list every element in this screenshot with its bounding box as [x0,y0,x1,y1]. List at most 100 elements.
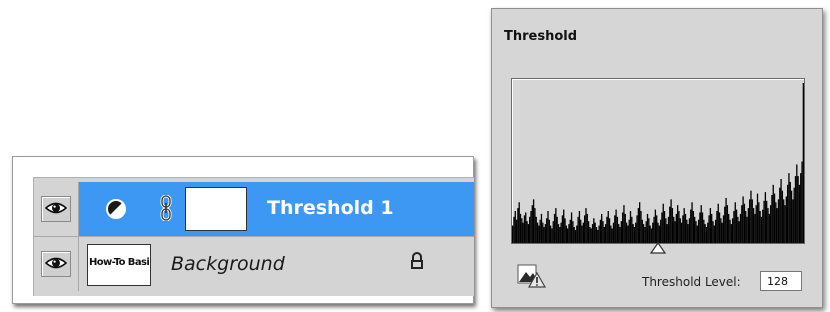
layers-list: Threshold 1 How-To Basic Background [33,177,474,296]
histogram-bar [780,179,782,243]
histogram-bar [691,202,693,243]
histogram-bar [657,222,659,243]
histogram-bar [697,219,700,243]
histogram-bar [654,209,657,243]
visibility-toggle[interactable] [41,251,71,277]
layer-row-background[interactable]: How-To Basic Background [34,236,474,291]
histogram-bar [581,225,583,243]
histogram-bar [645,221,647,243]
histogram-bar [624,213,626,243]
histogram-bar [756,193,759,243]
threshold-dialog: Threshold Threshold Level: [491,8,823,308]
histogram-bar [595,227,598,243]
layer-name[interactable]: Threshold 1 [267,197,394,219]
histogram-bar [523,215,526,243]
histogram-bar [684,213,687,243]
histogram-bar [763,200,765,243]
histogram-bar [525,212,527,243]
histogram-bar [590,228,592,243]
histogram-bar [619,227,621,243]
histogram-bar [743,203,746,243]
histogram-bar [598,225,600,243]
histogram-bar [792,199,794,243]
histogram-bar [776,208,778,243]
histogram-bar [760,216,763,243]
histogram-bar [650,228,653,243]
threshold-slider-handle[interactable] [650,242,666,254]
histogram-bar [751,199,753,243]
layer-body[interactable]: How-To Basic Background [79,237,474,291]
histogram-bar [745,211,747,243]
visibility-cell[interactable] [34,182,79,236]
thumbnail-text: How-To Basic [89,257,149,268]
histogram-bar [636,215,638,243]
histogram-bar [514,211,516,243]
histogram-bar [548,219,550,243]
histogram-bar [555,208,557,243]
histogram-bar [742,196,744,243]
histogram-bar [604,224,607,243]
histogram-bar [682,215,684,243]
histogram-bar [603,227,605,243]
histogram-bar [734,202,736,243]
histogram-bar [730,224,732,243]
histogram-bar [773,193,776,243]
histogram-bar [515,219,518,243]
histogram-bar [801,161,803,243]
histogram-bar [567,228,569,243]
histogram-bar [789,181,791,243]
histogram-bar [599,219,602,243]
adjustment-layer-icon[interactable] [105,198,127,220]
histogram-bar [667,216,670,243]
histogram-bar [694,216,696,243]
histogram-bar [788,173,790,243]
histogram-plot [512,83,804,243]
histogram-bar [724,206,726,243]
threshold-level-input[interactable] [760,271,802,291]
histogram-bar [738,221,740,243]
histogram-bar [534,208,536,243]
histogram-bar [649,225,651,243]
layers-panel: Threshold 1 How-To Basic Background [12,156,474,304]
histogram-bar [703,219,705,243]
histogram-bar [648,218,650,243]
visibility-toggle[interactable] [41,196,71,222]
layer-mask-thumbnail[interactable] [185,187,247,231]
threshold-level-label: Threshold Level: [642,275,741,289]
histogram-bar [521,218,523,243]
histogram-bar [726,205,729,243]
layer-body[interactable]: Threshold 1 [79,182,474,236]
histogram-bar [714,219,717,243]
eye-icon [45,257,67,269]
layer-name[interactable]: Background [171,253,285,275]
histogram-bar [687,224,689,243]
histogram-bar [582,222,585,243]
eye-icon [45,202,67,214]
layer-thumbnail[interactable]: How-To Basic [87,244,151,286]
histogram-bar [771,195,773,243]
histogram-bar [711,213,713,243]
histogram-bar [690,209,692,243]
histogram-bar [783,199,785,243]
histogram-bar [786,184,789,243]
histogram-bar [570,212,573,243]
layer-row-threshold[interactable]: Threshold 1 [34,182,474,236]
visibility-cell[interactable] [34,237,79,291]
histogram-bar [673,216,675,243]
histogram-bar [704,224,706,243]
histogram-bar [784,205,786,243]
histogram-bar [669,206,671,243]
histogram-bar [666,224,668,243]
histogram-bar [735,209,738,243]
histogram [511,78,805,244]
histogram-bar [549,225,552,243]
histogram-bar [683,208,685,243]
histogram-bar [526,221,528,243]
histogram-bar [642,224,645,243]
histogram-bar [766,200,768,243]
histogram-bar [564,218,566,243]
histogram-bar [543,227,545,243]
histogram-bar [721,222,723,243]
lock-icon [411,252,423,269]
link-chain-icon[interactable] [159,195,173,221]
